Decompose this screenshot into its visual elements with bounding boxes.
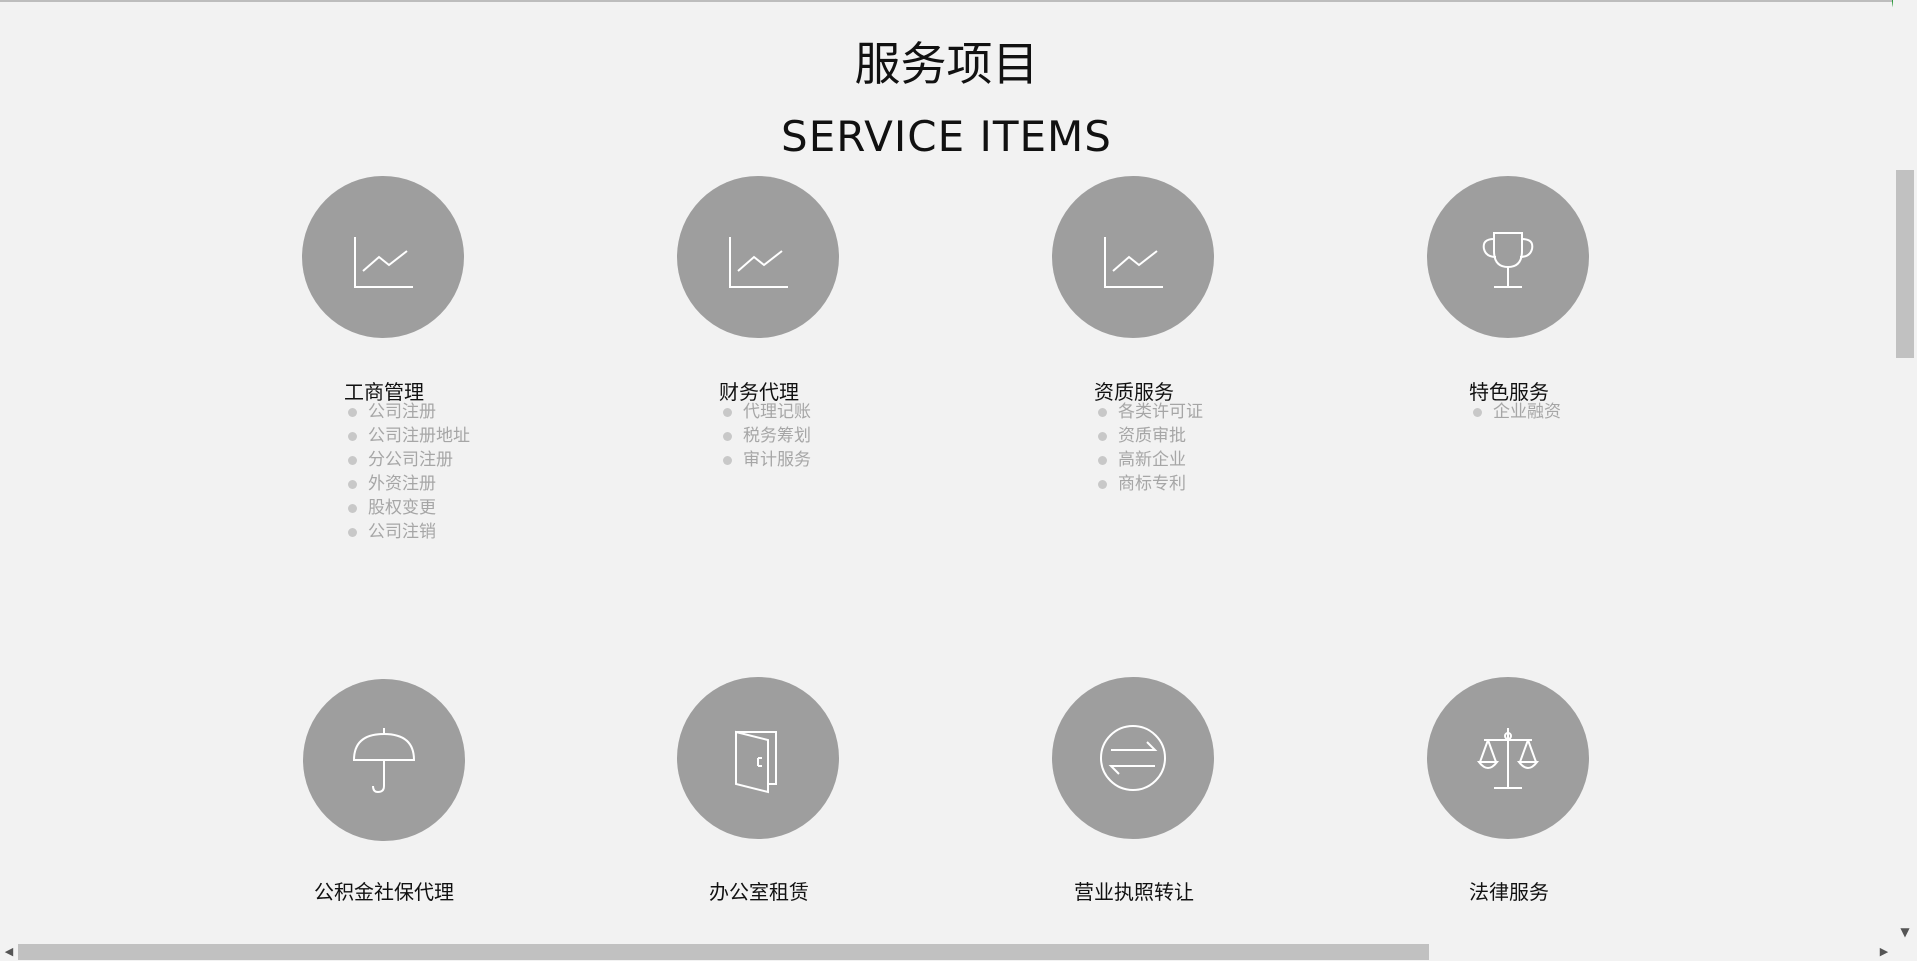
service-sublist: 公司注册 公司注册地址 分公司注册 外资注册 股权变更 公司注销	[346, 400, 470, 544]
service-sublist: 各类许可证 资质审批 高新企业 商标专利	[1096, 400, 1203, 496]
service-icon-circle[interactable]	[1052, 677, 1214, 839]
service-card-qualification[interactable]	[1052, 176, 1214, 338]
service-subitem[interactable]: 分公司注册	[346, 448, 470, 472]
vertical-scrollbar[interactable]	[1893, 0, 1917, 943]
service-subitem[interactable]: 审计服务	[721, 448, 811, 472]
service-card-office-rental[interactable]	[677, 677, 839, 839]
vertical-scroll-thumb[interactable]	[1896, 170, 1914, 358]
service-subitem[interactable]: 资质审批	[1096, 424, 1203, 448]
scroll-right-arrow-icon[interactable]: ▶	[1875, 943, 1893, 961]
service-card-license-transfer[interactable]	[1052, 677, 1214, 839]
service-subitem[interactable]: 公司注销	[346, 520, 470, 544]
service-title[interactable]: 营业执照转让	[1074, 876, 1194, 905]
service-subitem[interactable]: 代理记账	[721, 400, 811, 424]
service-card-business[interactable]	[302, 176, 464, 338]
door-icon	[735, 730, 777, 794]
scales-icon	[1476, 728, 1540, 789]
top-border	[0, 0, 1917, 2]
service-icon-circle[interactable]	[1052, 176, 1214, 338]
service-subitem[interactable]: 公司注册	[346, 400, 470, 424]
exchange-icon	[1100, 725, 1166, 791]
service-title[interactable]: 法律服务	[1469, 876, 1549, 905]
service-subitem[interactable]: 税务筹划	[721, 424, 811, 448]
horizontal-scroll-thumb[interactable]	[18, 944, 1429, 960]
service-icon-circle[interactable]	[303, 679, 465, 841]
service-card-legal[interactable]	[1427, 677, 1589, 839]
umbrella-icon	[352, 728, 416, 794]
service-card-special[interactable]	[1427, 176, 1589, 338]
line-chart-icon	[354, 237, 413, 288]
service-icon-circle[interactable]	[677, 176, 839, 338]
scroll-down-arrow-icon[interactable]: ▼	[1893, 922, 1917, 942]
service-subitem[interactable]: 外资注册	[346, 472, 470, 496]
service-sublist: 企业融资	[1471, 400, 1561, 424]
service-subitem[interactable]: 股权变更	[346, 496, 470, 520]
line-chart-icon	[1104, 237, 1163, 288]
line-chart-icon	[729, 237, 788, 288]
service-sublist: 代理记账 税务筹划 审计服务	[721, 400, 811, 472]
service-subitem[interactable]: 企业融资	[1471, 400, 1561, 424]
scroll-left-arrow-icon[interactable]: ◀	[0, 943, 18, 961]
service-title[interactable]: 办公室租赁	[709, 876, 809, 905]
service-icon-circle[interactable]	[1427, 677, 1589, 839]
service-subitem[interactable]: 公司注册地址	[346, 424, 470, 448]
service-subitem[interactable]: 高新企业	[1096, 448, 1203, 472]
service-icon-circle[interactable]	[1427, 176, 1589, 338]
service-card-social-security[interactable]	[303, 679, 465, 841]
trophy-icon	[1482, 232, 1534, 288]
service-card-finance[interactable]	[677, 176, 839, 338]
service-title[interactable]: 公积金社保代理	[314, 876, 454, 905]
service-icon-circle[interactable]	[677, 677, 839, 839]
service-icon-circle[interactable]	[302, 176, 464, 338]
service-subitem[interactable]: 商标专利	[1096, 472, 1203, 496]
section-title: 服务项目	[854, 37, 1039, 91]
service-subitem[interactable]: 各类许可证	[1096, 400, 1203, 424]
section-subtitle: SERVICE ITEMS	[781, 112, 1112, 161]
